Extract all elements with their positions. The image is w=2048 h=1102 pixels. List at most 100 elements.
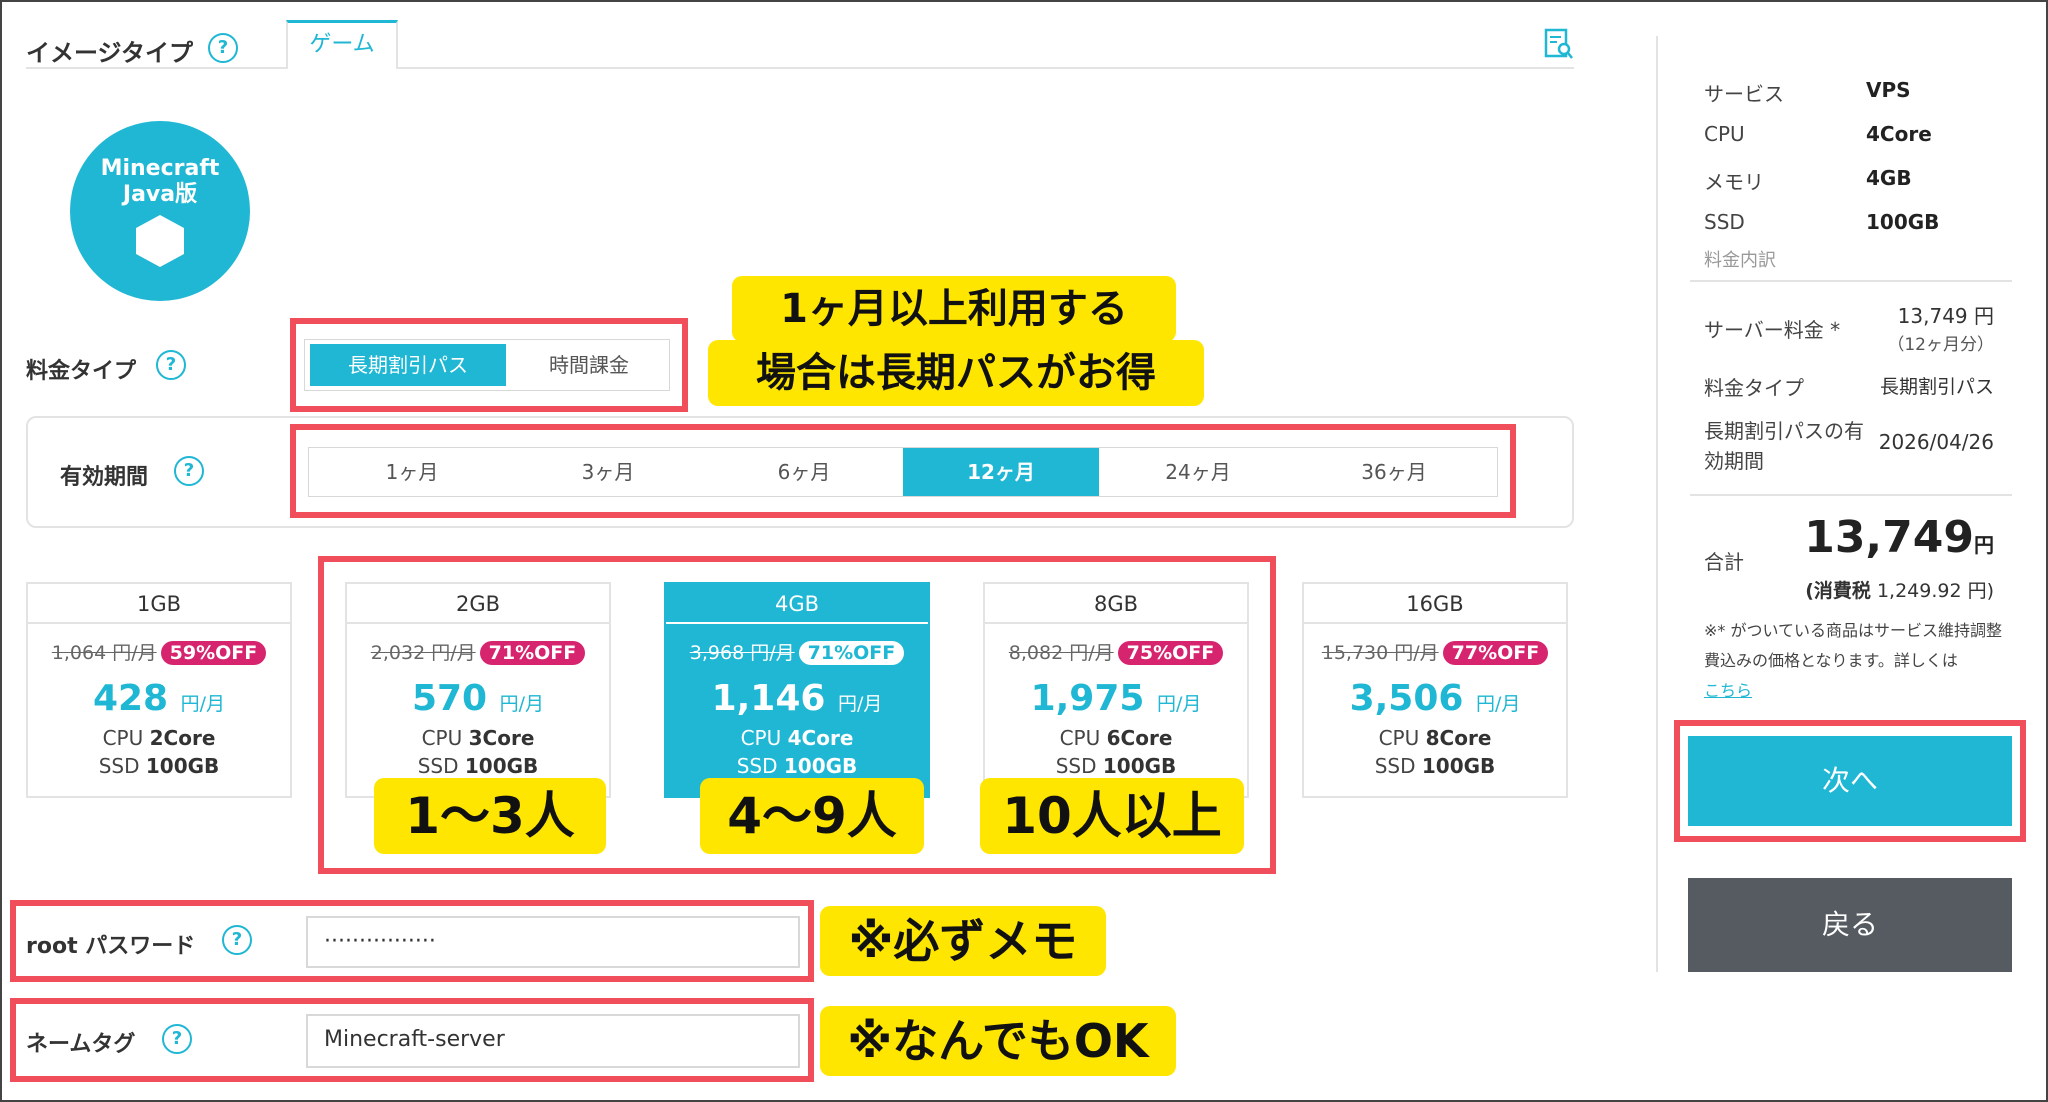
summary-price-type-key: 料金タイプ [1704,376,1804,400]
plan-price: 1,975 [1030,678,1145,719]
summary-service-value: VPS [1866,78,1911,102]
plan-cpu-label: CPU [740,726,782,750]
root-password-help-icon[interactable]: ? [222,925,252,955]
summary-total-value: 13,749 [1804,512,1974,563]
summary-ssd-key: SSD [1704,210,1745,234]
callout-any-ok: ※なんでもOK [820,1006,1176,1076]
plan-price-unit: 円/月 [838,693,883,715]
summary-memory-key: メモリ [1704,170,1764,194]
period-option-36m[interactable]: 36ヶ月 [1296,448,1492,496]
plan-cpu-label: CPU [1059,726,1101,750]
period-option-12m[interactable]: 12ヶ月 [903,448,1099,496]
logo-line-2: Java版 [122,182,198,207]
summary-service-key: サービス [1704,82,1784,106]
summary-divider [1656,36,1658,972]
plan-card-4gb[interactable]: 4GB 3,968 円/月 71%OFF 1,146 円/月 CPU 4Core … [664,582,930,798]
tab-underline [26,67,1574,69]
price-type-help-icon[interactable]: ? [156,350,186,380]
discount-badge: 71%OFF [479,641,586,665]
name-tag-label: ネームタグ [26,1032,136,1057]
period-option-6m[interactable]: 6ヶ月 [706,448,902,496]
name-tag-help-icon[interactable]: ? [162,1024,192,1054]
plan-cpu-label: CPU [102,726,144,750]
plan-old-price: 8,082 円/月 [1008,642,1114,664]
callout-long-term-2: 場合は長期パスがお得 [708,340,1204,406]
discount-badge: 75%OFF [1117,641,1224,665]
plan-cpu-label: CPU [421,726,463,750]
plan-cpu: 3Core [468,726,535,750]
plan-ssd-label: SSD [417,754,459,778]
callout-players-small: 1～3人 [374,778,606,854]
plan-ssd-label: SSD [1055,754,1097,778]
summary-note-link[interactable]: こちら [1704,681,1752,700]
plan-price: 1,146 [711,678,826,719]
plan-price-unit: 円/月 [1476,693,1521,715]
summary-price-type-value: 長期割引パス [1879,376,1994,398]
logo-line-1: Minecraft [100,156,220,181]
plan-cpu: 6Core [1106,726,1173,750]
period-help-icon[interactable]: ? [174,456,204,486]
callout-memo: ※必ずメモ [820,906,1106,976]
summary-total-unit: 円 [1974,533,1994,557]
name-tag-input[interactable]: Minecraft-server [306,1014,800,1068]
plan-old-price: 15,730 円/月 [1321,642,1439,664]
price-type-option-long-term[interactable]: 長期割引パス [310,344,506,386]
period-option-1m[interactable]: 1ヶ月 [314,448,510,496]
plan-ssd-label: SSD [1374,754,1416,778]
plan-ssd: 100GB [1102,754,1177,778]
plan-price: 3,506 [1349,678,1464,719]
plan-ssd: 100GB [1421,754,1496,778]
plan-price: 570 [411,678,488,719]
plan-card-16gb[interactable]: 16GB 15,730 円/月 77%OFF 3,506 円/月 CPU 8Cor… [1302,582,1568,798]
plan-card-1gb[interactable]: 1GB 1,064 円/月 59%OFF 428 円/月 CPU 2Core SS… [26,582,292,798]
plan-price: 428 [92,678,169,719]
plan-ssd: 100GB [145,754,220,778]
discount-badge: 59%OFF [160,641,267,665]
summary-note: ※* がついている商品はサービス維持調整費込みの価格となります。詳しくは [1704,621,2003,670]
hexagon-icon [136,215,184,267]
image-type-help-icon[interactable]: ? [208,33,238,63]
period-option-24m[interactable]: 24ヶ月 [1100,448,1296,496]
plan-old-price: 1,064 円/月 [51,642,157,664]
period-label: 有効期間 [60,465,149,490]
root-password-label: root パスワード [26,934,196,959]
period-option-3m[interactable]: 3ヶ月 [510,448,706,496]
plan-memory: 2GB [347,584,609,624]
plan-ssd-label: SSD [736,754,778,778]
plan-old-price: 3,968 円/月 [689,642,795,664]
discount-badge: 77%OFF [1442,641,1549,665]
plan-ssd: 100GB [783,754,858,778]
summary-divider-1 [1690,280,2012,282]
price-type-option-hourly[interactable]: 時間課金 [512,344,666,386]
plan-cpu: 8Core [1425,726,1492,750]
plan-memory: 16GB [1304,584,1566,624]
callout-long-term-1: 1ヶ月以上利用する [732,276,1176,342]
summary-ssd-value: 100GB [1866,210,1940,234]
root-password-input[interactable]: ················ [306,916,800,968]
summary-breakdown-label: 料金内訳 [1704,250,1776,271]
summary-divider-2 [1690,494,2012,496]
plan-card-8gb[interactable]: 8GB 8,082 円/月 75%OFF 1,975 円/月 CPU 6Core … [983,582,1249,798]
plan-cpu: 4Core [787,726,854,750]
summary-expiry-key: 長期割引パスの有効期間 [1704,419,1864,473]
callout-players-mid: 4～9人 [700,778,924,854]
summary-server-fee-value: 13,749 円 [1897,304,1994,328]
plan-old-price: 2,032 円/月 [370,642,476,664]
tab-game[interactable]: ゲーム [286,20,398,69]
plan-memory: 1GB [28,584,290,624]
plan-price-unit: 円/月 [1157,693,1202,715]
plan-price-unit: 円/月 [180,693,226,715]
discount-badge: 71%OFF [798,641,905,665]
plan-card-2gb[interactable]: 2GB 2,032 円/月 71%OFF 570 円/月 CPU 3Core SS… [345,582,611,798]
plan-cpu-label: CPU [1378,726,1420,750]
document-search-icon[interactable] [1544,28,1574,60]
summary-memory-value: 4GB [1866,166,1912,190]
plan-cpu: 2Core [149,726,216,750]
image-type-label: イメージタイプ [26,39,194,67]
summary-expiry-value: 2026/04/26 [1878,430,1994,454]
next-button[interactable]: 次へ [1688,736,2012,826]
back-button[interactable]: 戻る [1688,878,2012,972]
minecraft-java-logo: Minecraft Java版 [70,121,250,301]
summary-tax-value: 1,249.92 円) [1876,580,1994,602]
plan-ssd: 100GB [464,754,539,778]
